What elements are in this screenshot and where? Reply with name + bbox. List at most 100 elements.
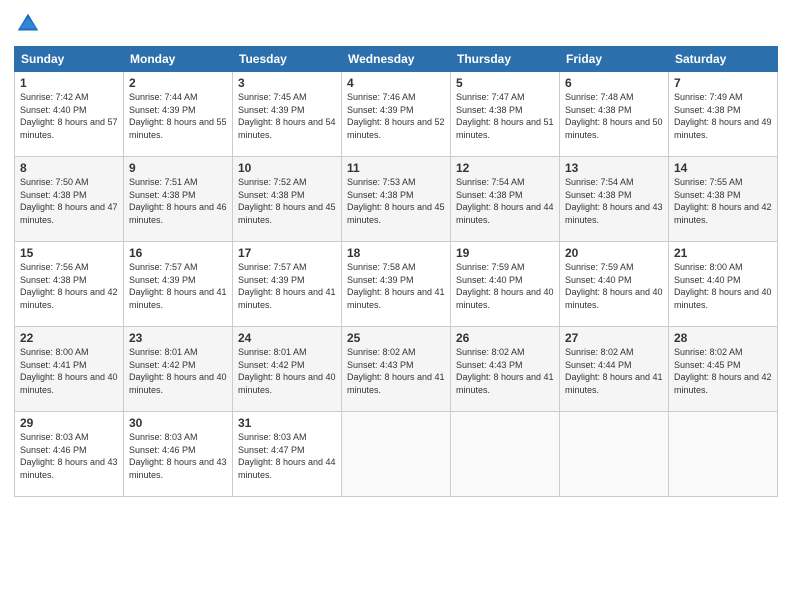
day-info: Sunrise: 7:47 AM Sunset: 4:38 PM Dayligh… <box>456 91 554 141</box>
day-number: 25 <box>347 331 445 345</box>
day-info: Sunrise: 7:56 AM Sunset: 4:38 PM Dayligh… <box>20 261 118 311</box>
calendar-day-cell: 18 Sunrise: 7:58 AM Sunset: 4:39 PM Dayl… <box>342 242 451 327</box>
day-info: Sunrise: 7:51 AM Sunset: 4:38 PM Dayligh… <box>129 176 227 226</box>
calendar-day-cell: 15 Sunrise: 7:56 AM Sunset: 4:38 PM Dayl… <box>15 242 124 327</box>
calendar-day-cell: 19 Sunrise: 7:59 AM Sunset: 4:40 PM Dayl… <box>451 242 560 327</box>
day-info: Sunrise: 8:01 AM Sunset: 4:42 PM Dayligh… <box>238 346 336 396</box>
day-number: 8 <box>20 161 118 175</box>
calendar-day-cell: 27 Sunrise: 8:02 AM Sunset: 4:44 PM Dayl… <box>560 327 669 412</box>
day-info: Sunrise: 7:59 AM Sunset: 4:40 PM Dayligh… <box>565 261 663 311</box>
calendar-day-cell: 23 Sunrise: 8:01 AM Sunset: 4:42 PM Dayl… <box>124 327 233 412</box>
day-info: Sunrise: 8:02 AM Sunset: 4:43 PM Dayligh… <box>347 346 445 396</box>
day-info: Sunrise: 7:49 AM Sunset: 4:38 PM Dayligh… <box>674 91 772 141</box>
day-number: 1 <box>20 76 118 90</box>
calendar-week-row: 1 Sunrise: 7:42 AM Sunset: 4:40 PM Dayli… <box>15 72 778 157</box>
calendar-day-cell: 10 Sunrise: 7:52 AM Sunset: 4:38 PM Dayl… <box>233 157 342 242</box>
calendar-day-header: Thursday <box>451 47 560 72</box>
day-info: Sunrise: 7:55 AM Sunset: 4:38 PM Dayligh… <box>674 176 772 226</box>
day-number: 31 <box>238 416 336 430</box>
day-number: 19 <box>456 246 554 260</box>
day-number: 13 <box>565 161 663 175</box>
day-number: 22 <box>20 331 118 345</box>
day-number: 17 <box>238 246 336 260</box>
day-number: 6 <box>565 76 663 90</box>
calendar-day-cell: 20 Sunrise: 7:59 AM Sunset: 4:40 PM Dayl… <box>560 242 669 327</box>
calendar-day-cell: 13 Sunrise: 7:54 AM Sunset: 4:38 PM Dayl… <box>560 157 669 242</box>
day-info: Sunrise: 7:48 AM Sunset: 4:38 PM Dayligh… <box>565 91 663 141</box>
calendar-table: SundayMondayTuesdayWednesdayThursdayFrid… <box>14 46 778 497</box>
day-number: 4 <box>347 76 445 90</box>
day-info: Sunrise: 7:57 AM Sunset: 4:39 PM Dayligh… <box>129 261 227 311</box>
calendar-day-cell <box>560 412 669 497</box>
calendar-day-header: Monday <box>124 47 233 72</box>
day-number: 27 <box>565 331 663 345</box>
day-info: Sunrise: 7:54 AM Sunset: 4:38 PM Dayligh… <box>565 176 663 226</box>
day-number: 29 <box>20 416 118 430</box>
calendar-day-cell: 21 Sunrise: 8:00 AM Sunset: 4:40 PM Dayl… <box>669 242 778 327</box>
calendar-day-cell: 9 Sunrise: 7:51 AM Sunset: 4:38 PM Dayli… <box>124 157 233 242</box>
day-number: 3 <box>238 76 336 90</box>
calendar-day-header: Sunday <box>15 47 124 72</box>
day-info: Sunrise: 8:00 AM Sunset: 4:40 PM Dayligh… <box>674 261 772 311</box>
day-number: 26 <box>456 331 554 345</box>
logo-icon <box>14 10 42 38</box>
day-info: Sunrise: 7:42 AM Sunset: 4:40 PM Dayligh… <box>20 91 118 141</box>
day-info: Sunrise: 7:58 AM Sunset: 4:39 PM Dayligh… <box>347 261 445 311</box>
calendar-day-cell: 7 Sunrise: 7:49 AM Sunset: 4:38 PM Dayli… <box>669 72 778 157</box>
calendar-day-cell: 1 Sunrise: 7:42 AM Sunset: 4:40 PM Dayli… <box>15 72 124 157</box>
calendar-day-cell: 29 Sunrise: 8:03 AM Sunset: 4:46 PM Dayl… <box>15 412 124 497</box>
calendar-week-row: 22 Sunrise: 8:00 AM Sunset: 4:41 PM Dayl… <box>15 327 778 412</box>
day-number: 2 <box>129 76 227 90</box>
calendar-day-cell: 24 Sunrise: 8:01 AM Sunset: 4:42 PM Dayl… <box>233 327 342 412</box>
calendar-day-cell: 2 Sunrise: 7:44 AM Sunset: 4:39 PM Dayli… <box>124 72 233 157</box>
day-number: 16 <box>129 246 227 260</box>
calendar-day-cell: 30 Sunrise: 8:03 AM Sunset: 4:46 PM Dayl… <box>124 412 233 497</box>
page-container: SundayMondayTuesdayWednesdayThursdayFrid… <box>0 0 792 612</box>
day-number: 20 <box>565 246 663 260</box>
day-number: 5 <box>456 76 554 90</box>
day-number: 7 <box>674 76 772 90</box>
day-info: Sunrise: 8:03 AM Sunset: 4:46 PM Dayligh… <box>129 431 227 481</box>
day-info: Sunrise: 8:02 AM Sunset: 4:44 PM Dayligh… <box>565 346 663 396</box>
calendar-day-cell: 6 Sunrise: 7:48 AM Sunset: 4:38 PM Dayli… <box>560 72 669 157</box>
calendar-week-row: 15 Sunrise: 7:56 AM Sunset: 4:38 PM Dayl… <box>15 242 778 327</box>
day-number: 11 <box>347 161 445 175</box>
day-number: 28 <box>674 331 772 345</box>
calendar-day-header: Saturday <box>669 47 778 72</box>
calendar-day-cell: 31 Sunrise: 8:03 AM Sunset: 4:47 PM Dayl… <box>233 412 342 497</box>
calendar-day-cell <box>451 412 560 497</box>
day-info: Sunrise: 7:54 AM Sunset: 4:38 PM Dayligh… <box>456 176 554 226</box>
calendar-day-cell: 25 Sunrise: 8:02 AM Sunset: 4:43 PM Dayl… <box>342 327 451 412</box>
calendar-day-cell: 14 Sunrise: 7:55 AM Sunset: 4:38 PM Dayl… <box>669 157 778 242</box>
calendar-day-cell: 3 Sunrise: 7:45 AM Sunset: 4:39 PM Dayli… <box>233 72 342 157</box>
calendar-header-row: SundayMondayTuesdayWednesdayThursdayFrid… <box>15 47 778 72</box>
day-info: Sunrise: 7:53 AM Sunset: 4:38 PM Dayligh… <box>347 176 445 226</box>
day-info: Sunrise: 8:01 AM Sunset: 4:42 PM Dayligh… <box>129 346 227 396</box>
day-info: Sunrise: 8:03 AM Sunset: 4:46 PM Dayligh… <box>20 431 118 481</box>
calendar-day-cell: 16 Sunrise: 7:57 AM Sunset: 4:39 PM Dayl… <box>124 242 233 327</box>
day-info: Sunrise: 7:44 AM Sunset: 4:39 PM Dayligh… <box>129 91 227 141</box>
day-number: 15 <box>20 246 118 260</box>
calendar-week-row: 8 Sunrise: 7:50 AM Sunset: 4:38 PM Dayli… <box>15 157 778 242</box>
day-info: Sunrise: 7:57 AM Sunset: 4:39 PM Dayligh… <box>238 261 336 311</box>
calendar-day-cell: 5 Sunrise: 7:47 AM Sunset: 4:38 PM Dayli… <box>451 72 560 157</box>
calendar-day-cell: 12 Sunrise: 7:54 AM Sunset: 4:38 PM Dayl… <box>451 157 560 242</box>
day-number: 24 <box>238 331 336 345</box>
day-info: Sunrise: 7:52 AM Sunset: 4:38 PM Dayligh… <box>238 176 336 226</box>
day-info: Sunrise: 8:02 AM Sunset: 4:43 PM Dayligh… <box>456 346 554 396</box>
day-number: 12 <box>456 161 554 175</box>
day-number: 14 <box>674 161 772 175</box>
calendar-day-header: Tuesday <box>233 47 342 72</box>
calendar-day-cell <box>669 412 778 497</box>
day-number: 9 <box>129 161 227 175</box>
day-number: 18 <box>347 246 445 260</box>
day-info: Sunrise: 7:50 AM Sunset: 4:38 PM Dayligh… <box>20 176 118 226</box>
calendar-day-cell: 4 Sunrise: 7:46 AM Sunset: 4:39 PM Dayli… <box>342 72 451 157</box>
calendar-day-header: Friday <box>560 47 669 72</box>
calendar-day-cell: 8 Sunrise: 7:50 AM Sunset: 4:38 PM Dayli… <box>15 157 124 242</box>
logo <box>14 10 46 38</box>
day-info: Sunrise: 7:45 AM Sunset: 4:39 PM Dayligh… <box>238 91 336 141</box>
calendar-day-cell: 22 Sunrise: 8:00 AM Sunset: 4:41 PM Dayl… <box>15 327 124 412</box>
day-info: Sunrise: 7:46 AM Sunset: 4:39 PM Dayligh… <box>347 91 445 141</box>
day-number: 21 <box>674 246 772 260</box>
